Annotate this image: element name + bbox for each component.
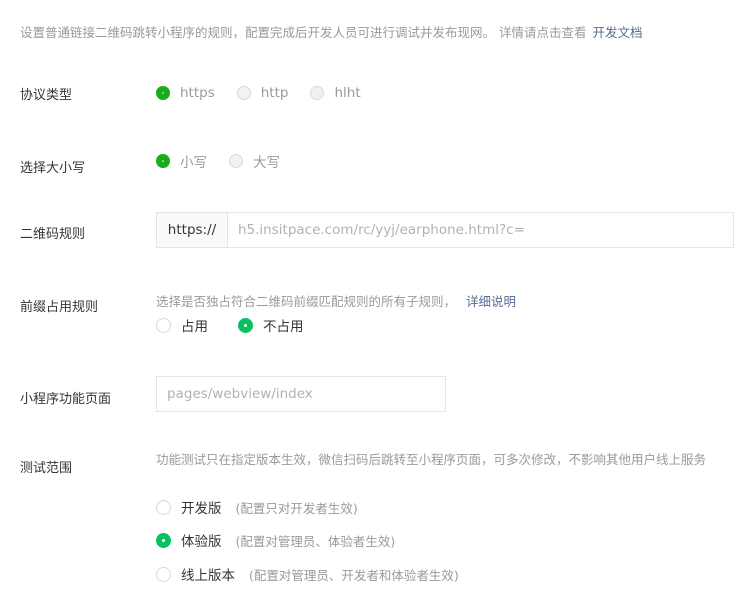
protocol-label: 协议类型 (20, 88, 73, 103)
mini-page-input[interactable] (156, 376, 446, 412)
prefix-rule-radio-group: 占用 不占用 (156, 315, 326, 335)
test-scope-option-note: (配置对管理员、开发者和体验者生效) (249, 567, 459, 583)
case-label: 选择大小写 (20, 161, 86, 176)
radio-unselected-icon (310, 86, 325, 100)
intro-description: 设置普通链接二维码跳转小程序的规则，配置完成后开发人员可进行调试并发布现网。 详… (20, 25, 587, 40)
radio-selected-icon (156, 154, 170, 168)
test-scope-option-note: (配置只对开发者生效) (235, 500, 358, 516)
case-radio-group: 小写 大写 (156, 151, 302, 171)
prefix-option-occupy[interactable]: 占用 (156, 315, 208, 335)
test-scope-label: 测试范围 (20, 461, 73, 476)
radio-selected-icon (156, 86, 170, 100)
radio-unselected-icon (236, 86, 251, 100)
case-option-label: 小写 (180, 155, 207, 171)
qr-rule-label: 二维码规则 (20, 227, 86, 242)
test-scope-option-label: 开发版 (181, 501, 222, 517)
protocol-option-hlht[interactable]: hlht (310, 85, 361, 101)
details-link[interactable]: 详细说明 (466, 294, 516, 309)
radio-selected-icon (156, 532, 171, 548)
test-scope-description: 功能测试只在指定版本生效，微信扫码后跳转至小程序页面，可多次修改，不影响其他用户… (156, 452, 707, 467)
intro-text: 设置普通链接二维码跳转小程序的规则，配置完成后开发人员可进行调试并发布现网。 详… (20, 22, 643, 41)
mini-page-label: 小程序功能页面 (20, 392, 112, 407)
test-scope-option-label: 体验版 (181, 534, 222, 550)
protocol-option-label: http (260, 85, 289, 101)
radio-unselected-icon (156, 317, 171, 333)
prefix-option-label: 不占用 (263, 319, 304, 335)
test-scope-option-dev[interactable]: 开发版 (配置只对开发者生效) (156, 497, 358, 517)
protocol-option-label: https (180, 85, 215, 101)
prefix-rule-hint: 选择是否独占符合二维码前缀匹配规则的所有子规则， 详细说明 (156, 291, 516, 310)
case-option-label: 大写 (253, 155, 280, 171)
test-scope-option-release[interactable]: 线上版本 (配置对管理员、开发者和体验者生效) (156, 564, 459, 584)
qr-rule-input[interactable] (228, 213, 733, 247)
prefix-option-not-occupy[interactable]: 不占用 (238, 315, 304, 335)
test-scope-option-label: 线上版本 (181, 568, 235, 584)
protocol-radio-group: https http hlht (156, 85, 383, 101)
url-prefix: https:// (157, 213, 228, 247)
radio-unselected-icon (156, 566, 171, 582)
radio-selected-icon (238, 317, 253, 333)
test-scope-option-note: (配置对管理员、体验者生效) (235, 533, 396, 549)
protocol-option-https[interactable]: https (156, 85, 215, 101)
test-scope-option-trial[interactable]: 体验版 (配置对管理员、体验者生效) (156, 530, 395, 550)
protocol-option-label: hlht (334, 85, 361, 101)
prefix-rule-label: 前缀占用规则 (20, 300, 99, 315)
prefix-option-label: 占用 (181, 319, 208, 335)
case-option-lower[interactable]: 小写 (156, 151, 207, 171)
radio-unselected-icon (156, 499, 171, 515)
prefix-rule-hint-text: 选择是否独占符合二维码前缀匹配规则的所有子规则， (156, 294, 457, 309)
protocol-option-http[interactable]: http (236, 85, 289, 101)
dev-docs-link[interactable]: 开发文档 (592, 25, 642, 40)
qr-rule-config-form: 设置普通链接二维码跳转小程序的规则，配置完成后开发人员可进行调试并发布现网。 详… (0, 0, 751, 589)
qr-rule-field: https:// (156, 212, 734, 248)
radio-unselected-icon (229, 154, 243, 168)
case-option-upper[interactable]: 大写 (229, 151, 280, 171)
